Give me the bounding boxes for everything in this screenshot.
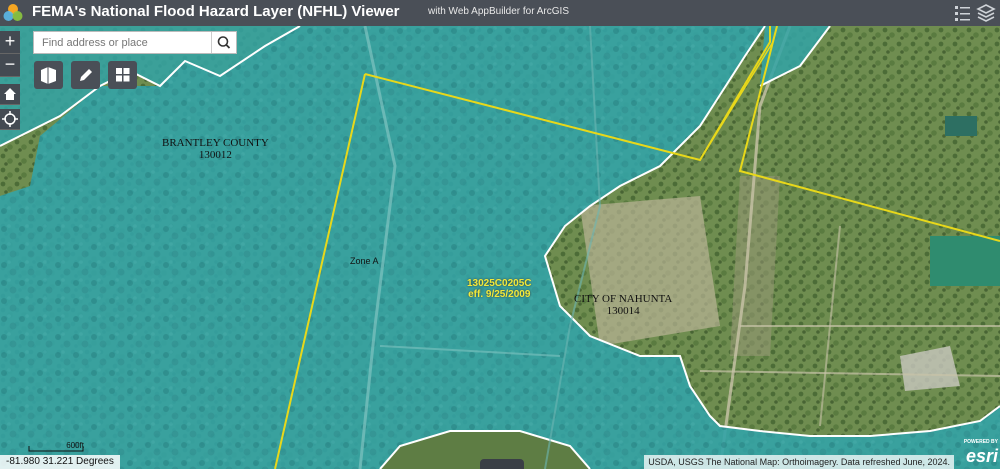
home-icon — [4, 88, 16, 100]
map-view[interactable]: BRANTLEY COUNTY 130012 CITY OF NAHUNTA 1… — [0, 26, 1000, 469]
locate-icon — [2, 111, 18, 127]
panel-number: 13025C0205C — [467, 278, 532, 289]
nahunta-id: 130014 — [606, 305, 640, 317]
zoom-out-button[interactable]: − — [0, 54, 20, 77]
nahunta-label: CITY OF NAHUNTA 130014 — [574, 293, 672, 317]
app-subtitle: with Web AppBuilder for ArcGIS — [428, 6, 569, 17]
search-icon — [217, 36, 231, 49]
brantley-county-name: BRANTLEY COUNTY — [162, 137, 269, 149]
scale-bar: 600ft — [28, 441, 84, 453]
grid-button[interactable] — [108, 61, 137, 89]
map-imagery — [0, 26, 1000, 469]
layers-icon[interactable] — [976, 3, 996, 23]
edit-button[interactable] — [71, 61, 100, 89]
brantley-county-label: BRANTLEY COUNTY 130012 — [162, 137, 269, 161]
locate-button[interactable] — [0, 109, 20, 130]
esri-logo: POWERED BY esri — [954, 438, 998, 468]
zone-a-label: Zone A — [350, 256, 379, 266]
nahunta-name: CITY OF NAHUNTA — [574, 293, 673, 305]
app-logo-icon — [3, 4, 23, 21]
panel-label: 13025C0205C eff. 9/25/2009 — [467, 278, 532, 300]
esri-wordmark: esri — [965, 446, 998, 466]
search-input[interactable] — [34, 32, 212, 53]
scale-text: 600ft — [66, 441, 84, 450]
bottom-panel-toggle[interactable] — [480, 459, 524, 469]
grid-icon — [116, 68, 130, 82]
panel-effective-date: eff. 9/25/2009 — [468, 289, 531, 300]
search-button[interactable] — [211, 32, 236, 53]
app-title: FEMA's National Flood Hazard Layer (NFHL… — [32, 3, 400, 20]
basemap-icon — [41, 67, 56, 84]
app-header: FEMA's National Flood Hazard Layer (NFHL… — [0, 0, 1000, 26]
brantley-county-id: 130012 — [198, 149, 232, 161]
attribution-text: USDA, USGS The National Map: Orthoimager… — [644, 455, 954, 469]
basemap-button[interactable] — [34, 61, 63, 89]
zoom-in-button[interactable]: + — [0, 31, 20, 54]
list-icon[interactable] — [952, 3, 972, 23]
home-button[interactable] — [0, 84, 20, 105]
search-box — [33, 31, 237, 54]
coordinates-readout: -81.980 31.221 Degrees — [0, 455, 120, 469]
esri-powered-by: POWERED BY — [963, 439, 998, 445]
edit-icon — [80, 69, 92, 81]
